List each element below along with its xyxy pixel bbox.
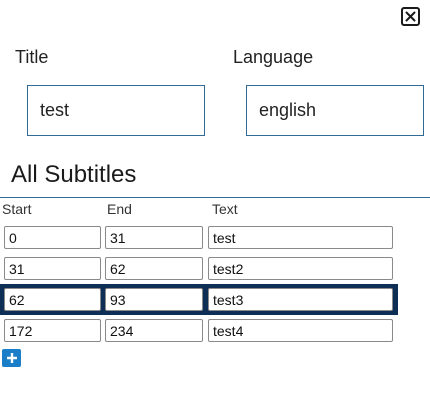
plus-icon xyxy=(6,353,17,363)
close-button[interactable] xyxy=(401,7,420,26)
title-input[interactable] xyxy=(27,85,205,136)
start-time-input[interactable] xyxy=(4,288,101,311)
section-heading: All Subtitles xyxy=(11,161,137,188)
title-label: Title xyxy=(15,47,49,67)
subtitle-row[interactable] xyxy=(0,253,398,284)
language-label: Language xyxy=(233,47,314,67)
start-time-input[interactable] xyxy=(4,226,101,249)
column-header-start: Start xyxy=(2,201,32,217)
end-time-input[interactable] xyxy=(105,319,203,342)
close-icon xyxy=(405,11,416,22)
subtitle-text-input[interactable] xyxy=(208,257,393,280)
end-time-input[interactable] xyxy=(105,288,203,311)
divider xyxy=(0,197,430,198)
subtitle-row[interactable] xyxy=(0,315,398,346)
subtitle-text-input[interactable] xyxy=(208,226,393,249)
add-subtitle-button[interactable] xyxy=(2,349,21,367)
end-time-input[interactable] xyxy=(105,226,203,249)
subtitle-text-input[interactable] xyxy=(208,319,393,342)
subtitle-row-selected[interactable] xyxy=(0,284,398,315)
language-input[interactable] xyxy=(246,85,424,136)
start-time-input[interactable] xyxy=(4,319,101,342)
column-header-end: End xyxy=(107,201,132,217)
subtitle-row[interactable] xyxy=(0,222,398,253)
subtitle-text-input[interactable] xyxy=(208,288,393,311)
start-time-input[interactable] xyxy=(4,257,101,280)
end-time-input[interactable] xyxy=(105,257,203,280)
column-header-text: Text xyxy=(212,201,238,217)
